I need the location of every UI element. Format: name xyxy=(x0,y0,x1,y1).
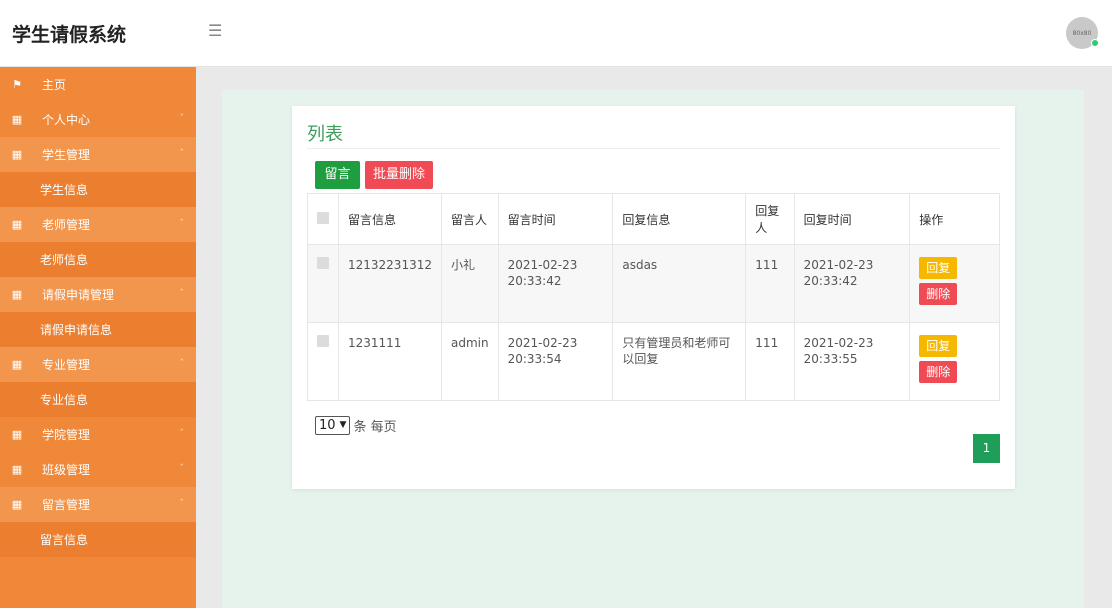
col-header-message: 留言信息 xyxy=(338,193,442,245)
cell-time: 2021-02-23 20:33:42 xyxy=(497,244,614,323)
page-button-current[interactable]: 1 xyxy=(973,434,1000,463)
sidebar-item-teacher-management[interactable]: ▦ 老师管理 ˆ xyxy=(0,207,196,242)
sidebar-item-label: 学生管理 xyxy=(42,148,91,162)
sidebar-item-leave-management[interactable]: ▦ 请假申请管理 ˆ xyxy=(0,277,196,312)
grid-icon: ▦ xyxy=(11,218,23,231)
chevron-up-icon: ˆ xyxy=(179,359,185,369)
online-status-dot xyxy=(1091,39,1099,47)
reply-button[interactable]: 回复 xyxy=(919,257,958,279)
sidebar-item-class-management[interactable]: ▦ 班级管理 ˇ xyxy=(0,452,196,487)
row-checkbox-cell[interactable] xyxy=(307,244,339,323)
page-size-select[interactable]: 10 ▼ xyxy=(315,416,351,435)
select-all-checkbox[interactable] xyxy=(317,211,329,224)
chevron-down-icon: ˇ xyxy=(179,114,185,124)
col-header-reply: 回复信息 xyxy=(612,193,747,245)
col-header-replier: 回复人 xyxy=(745,193,795,245)
top-header: 学生请假系统 ☰ 80x80 xyxy=(0,0,1112,67)
sidebar-item-home[interactable]: ⚑ 主页 xyxy=(0,67,196,102)
sidebar-item-teacher-info[interactable]: 老师信息 xyxy=(0,242,196,277)
chevron-up-icon: ˆ xyxy=(179,149,185,159)
avatar-text: 80x80 xyxy=(1072,29,1092,37)
grid-icon: ▦ xyxy=(11,428,23,441)
sidebar-item-message-info[interactable]: 留言信息 xyxy=(0,522,196,557)
sidebar-item-student-management[interactable]: ▦ 学生管理 ˆ xyxy=(0,137,196,172)
sidebar-item-label: 学院管理 xyxy=(42,428,91,442)
grid-icon: ▦ xyxy=(11,148,23,161)
sidebar: ⚑ 主页 ▦ 个人中心 ˇ ▦ 学生管理 ˆ 学生信息 ▦ 老师管理 ˆ 老师信… xyxy=(0,67,196,608)
cell-actions: 回复 删除 xyxy=(909,244,1000,323)
page-size-value: 10 xyxy=(319,418,336,433)
chevron-up-icon: ˆ xyxy=(179,219,185,229)
sidebar-item-personal-center[interactable]: ▦ 个人中心 ˇ xyxy=(0,102,196,137)
col-header-reply-time: 回复时间 xyxy=(793,193,911,245)
title-divider xyxy=(307,148,1000,149)
table-row: 12132231312 小礼 2021-02-23 20:33:42 asdas… xyxy=(307,244,1000,323)
sidebar-item-label: 主页 xyxy=(42,78,67,92)
cell-reply: 只有管理员和老师可以回复 xyxy=(612,322,747,401)
col-header-author: 留言人 xyxy=(440,193,499,245)
sidebar-item-label: 专业管理 xyxy=(42,358,91,372)
cell-actions: 回复 删除 xyxy=(909,322,1000,401)
chevron-down-icon: ˇ xyxy=(179,429,185,439)
cell-message: 1231111 xyxy=(338,322,442,401)
chevron-up-icon: ˆ xyxy=(179,289,185,299)
sidebar-item-label: 老师信息 xyxy=(40,253,89,267)
col-header-actions: 操作 xyxy=(909,193,1000,245)
sidebar-item-label: 学生信息 xyxy=(40,183,89,197)
sidebar-item-label: 专业信息 xyxy=(40,393,89,407)
sidebar-item-major-management[interactable]: ▦ 专业管理 ˆ xyxy=(0,347,196,382)
page-title: 列表 xyxy=(307,124,343,145)
row-checkbox-cell[interactable] xyxy=(307,322,339,401)
table-row: 1231111 admin 2021-02-23 20:33:54 只有管理员和… xyxy=(307,322,1000,401)
sidebar-item-leave-info[interactable]: 请假申请信息 xyxy=(0,312,196,347)
cell-author: 小礼 xyxy=(440,244,499,323)
grid-icon: ▦ xyxy=(11,498,23,511)
page-size-suffix: 条 每页 xyxy=(353,420,397,435)
sidebar-item-label: 请假申请管理 xyxy=(42,288,115,302)
row-checkbox[interactable] xyxy=(317,335,329,347)
cell-author: admin xyxy=(440,322,499,401)
page-size-control: 10 ▼ 条 每页 xyxy=(315,416,397,435)
sidebar-item-label: 留言管理 xyxy=(42,498,91,512)
flag-icon: ⚑ xyxy=(12,78,22,91)
delete-button[interactable]: 删除 xyxy=(919,361,958,383)
grid-icon: ▦ xyxy=(11,113,23,126)
sidebar-item-student-info[interactable]: 学生信息 xyxy=(0,172,196,207)
sidebar-item-label: 请假申请信息 xyxy=(40,323,113,337)
table-header-row: 留言信息 留言人 留言时间 回复信息 回复人 回复时间 操作 xyxy=(307,193,1000,245)
cell-message: 12132231312 xyxy=(338,244,442,323)
sidebar-item-major-info[interactable]: 专业信息 xyxy=(0,382,196,417)
sidebar-item-label: 老师管理 xyxy=(42,218,91,232)
grid-icon: ▦ xyxy=(11,358,23,371)
chevron-down-icon: ▼ xyxy=(339,420,347,430)
grid-icon: ▦ xyxy=(11,288,23,301)
chevron-up-icon: ˆ xyxy=(179,499,185,509)
col-header-time: 留言时间 xyxy=(497,193,614,245)
message-table: 留言信息 留言人 留言时间 回复信息 回复人 回复时间 操作 121322313… xyxy=(307,193,1000,401)
cell-reply-time: 2021-02-23 20:33:55 xyxy=(793,322,911,401)
app-title: 学生请假系统 xyxy=(12,24,127,46)
batch-delete-button[interactable]: 批量删除 xyxy=(365,161,433,189)
select-all-checkbox-cell[interactable] xyxy=(307,193,339,245)
list-card: 列表 留言 批量删除 留言信息 留言人 留言时间 回复信息 回复人 回复时间 操… xyxy=(292,106,1015,489)
chevron-down-icon: ˇ xyxy=(179,464,185,474)
grid-icon: ▦ xyxy=(11,463,23,476)
delete-button[interactable]: 删除 xyxy=(919,283,958,305)
leave-message-button[interactable]: 留言 xyxy=(315,161,360,189)
cell-replier: 111 xyxy=(745,244,795,323)
cell-replier: 111 xyxy=(745,322,795,401)
menu-icon[interactable]: ☰ xyxy=(208,23,224,39)
sidebar-item-label: 留言信息 xyxy=(40,533,89,547)
avatar[interactable]: 80x80 xyxy=(1066,17,1099,49)
sidebar-item-college-management[interactable]: ▦ 学院管理 ˇ xyxy=(0,417,196,452)
row-checkbox[interactable] xyxy=(317,257,329,269)
sidebar-item-message-management[interactable]: ▦ 留言管理 ˆ xyxy=(0,487,196,522)
reply-button[interactable]: 回复 xyxy=(919,335,958,357)
cell-reply-time: 2021-02-23 20:33:42 xyxy=(793,244,911,323)
sidebar-item-label: 班级管理 xyxy=(42,463,91,477)
sidebar-item-label: 个人中心 xyxy=(42,113,91,127)
cell-time: 2021-02-23 20:33:54 xyxy=(497,322,614,401)
cell-reply: asdas xyxy=(612,244,747,323)
